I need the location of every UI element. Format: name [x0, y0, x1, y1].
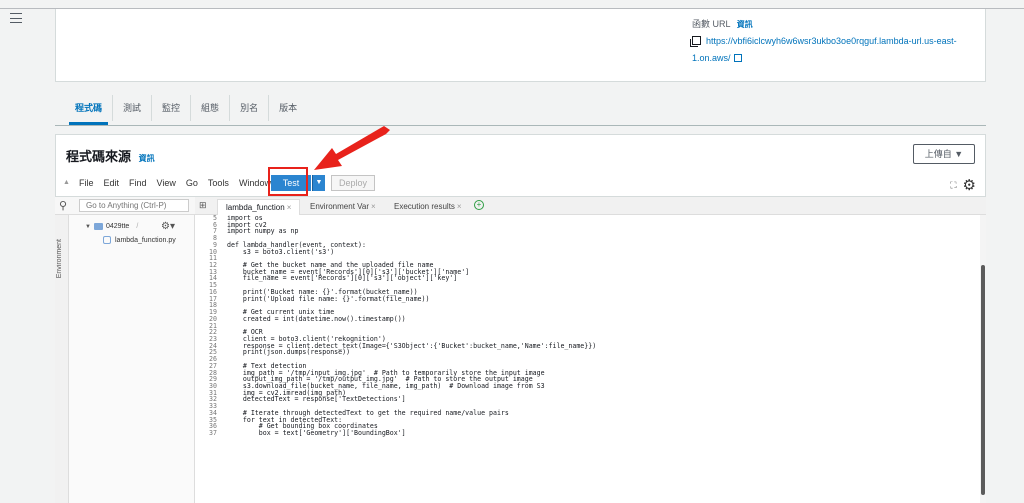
code-line[interactable]: 37 box = text['Geometry']['BoundingBox']: [195, 430, 986, 437]
tree-root-folder[interactable]: ▼ 0429tte /: [85, 223, 138, 230]
editor-scroll-thumb[interactable]: [981, 265, 985, 495]
function-url-box: 函數 URL 資訊 https://vbfi6iclcwyh6w6wsr3ukb…: [690, 16, 972, 67]
tab-configuration[interactable]: 組態: [191, 95, 231, 121]
editor-scrollbar[interactable]: [980, 215, 986, 503]
tab-monitor[interactable]: 監控: [152, 95, 192, 121]
menu-tools[interactable]: Tools: [208, 178, 229, 188]
code-line[interactable]: 7 import numpy as np: [195, 228, 986, 235]
code-text: s3 = boto3.client('s3'): [227, 247, 335, 256]
environment-label[interactable]: Environment: [56, 239, 63, 278]
code-text: box = text['Geometry']['BoundingBox']: [227, 429, 406, 437]
search-input[interactable]: [79, 199, 189, 212]
ide-right-controls: ⛶ ⚙: [950, 176, 976, 194]
editor-tab-label: lambda_function: [226, 203, 285, 212]
code-text: print(json.dumps(response)): [227, 348, 351, 357]
external-link-icon[interactable]: [733, 54, 742, 62]
red-arrow-annotation: [314, 126, 390, 170]
code-line[interactable]: 5 import os: [195, 215, 986, 222]
collapse-caret-icon[interactable]: ▲: [63, 179, 70, 186]
python-file-icon: [103, 236, 111, 244]
editor-tab-lambda-function[interactable]: lambda_function ×: [217, 199, 301, 215]
fullscreen-icon[interactable]: ⛶: [950, 180, 956, 191]
code-line[interactable]: 17 print('Upload file name: {}'.format(f…: [195, 294, 986, 303]
ide-menu: File Edit Find View Go Tools Window: [79, 172, 281, 194]
add-tab-icon[interactable]: +: [474, 200, 484, 210]
deploy-button[interactable]: Deploy: [331, 175, 375, 191]
code-line[interactable]: 25 print(json.dumps(response)): [195, 349, 986, 356]
code-text: detectedText = response['TextDetections'…: [227, 395, 406, 404]
function-url-label: 函數 URL: [692, 19, 731, 29]
tree-root-suffix: /: [136, 223, 139, 230]
editor-tabs: ⊞ lambda_function × Environment Var × Exec…: [195, 197, 986, 215]
tab-aliases[interactable]: 別名: [230, 95, 270, 121]
code-line[interactable]: 10 s3 = boto3.client('s3'): [195, 247, 986, 256]
close-icon[interactable]: ×: [371, 202, 376, 211]
code-line[interactable]: 14 file_name = event['Records'][0]['s3']…: [195, 275, 986, 282]
editor-tab-execution-results[interactable]: Execution results ×: [386, 199, 470, 215]
file-tree: ▼ 0429tte / ⚙▾ lambda_function.py: [69, 215, 195, 503]
search-icon: ⚲: [59, 200, 68, 212]
editor-tab-label: Environment Var: [310, 202, 369, 211]
menu-window[interactable]: Window: [239, 178, 271, 188]
close-icon[interactable]: ×: [457, 202, 462, 211]
code-line[interactable]: 21: [195, 322, 986, 330]
tree-file-label: lambda_function.py: [115, 236, 176, 244]
tabs-divider: [55, 125, 986, 126]
tab-test[interactable]: 測試: [113, 95, 153, 121]
tab-code[interactable]: 程式碼: [65, 95, 114, 125]
tab-versions[interactable]: 版本: [269, 95, 307, 121]
function-url-info-link[interactable]: 資訊: [737, 20, 753, 29]
line-number: 6: [213, 220, 217, 229]
line-number: 7: [213, 227, 217, 236]
menu-view[interactable]: View: [157, 178, 176, 188]
function-url-link-line2[interactable]: 1.on.aws/: [692, 53, 731, 63]
code-source-heading: 程式碼來源: [66, 149, 132, 164]
test-button-highlight-box: [268, 167, 308, 196]
code-text: file_name = event['Records'][0]['s3']['o…: [227, 274, 458, 283]
menu-file[interactable]: File: [79, 178, 94, 188]
ide-menubar: ▲ File Edit Find View Go Tools Window Te…: [55, 172, 986, 194]
test-dropdown-chevron-icon[interactable]: ▼: [312, 175, 325, 191]
code-editor[interactable]: 5 import os 6 import cv2 7 import numpy as np…: [195, 215, 986, 503]
code-text: created = int(datetime.now().timestamp()…: [227, 314, 406, 323]
ide-editor-area: ⚲ Environment ▼ 0429tte / ⚙▾ lambda_func…: [55, 196, 986, 503]
code-text: import numpy as np: [227, 227, 299, 236]
line-number: 5: [213, 215, 217, 222]
folder-icon: [93, 223, 103, 230]
code-source-title: 程式碼來源 資訊: [66, 146, 155, 165]
tab-toggle-icon[interactable]: ⊞: [199, 200, 207, 211]
menu-go[interactable]: Go: [186, 178, 198, 188]
code-source-info-link[interactable]: 資訊: [139, 154, 155, 163]
function-url-link-line1[interactable]: https://vbfi6iclcwyh6w6wsr3ukbo3oe0rqguf…: [706, 36, 957, 46]
code-text: print('Upload file name: {}'.format(file…: [227, 294, 430, 303]
code-line[interactable]: 20 created = int(datetime.now().timestam…: [195, 316, 986, 323]
editor-tab-label: Execution results: [394, 202, 455, 211]
tree-gear-icon[interactable]: ⚙▾: [161, 221, 175, 232]
upload-from-button[interactable]: 上傳自 ▼: [913, 144, 975, 164]
code-line[interactable]: 6 import cv2: [195, 220, 986, 229]
code-line[interactable]: 32 detectedText = response['TextDetectio…: [195, 396, 986, 403]
editor-tab-environment-var[interactable]: Environment Var ×: [302, 199, 384, 215]
line-number: 8: [213, 234, 217, 243]
line-number: 37: [209, 429, 217, 437]
menu-edit[interactable]: Edit: [104, 178, 120, 188]
code-line[interactable]: 26: [195, 356, 986, 363]
close-icon[interactable]: ×: [287, 203, 292, 212]
function-tabs: 程式碼 測試 監控 組態 別名 版本: [55, 95, 986, 125]
tree-root-label: 0429tte: [105, 223, 130, 230]
tree-file-item[interactable]: lambda_function.py: [103, 236, 176, 244]
hamburger-menu-icon[interactable]: [10, 13, 22, 23]
environment-rail[interactable]: Environment: [55, 215, 69, 503]
search-row: ⚲: [55, 197, 195, 215]
folder-expand-icon[interactable]: ▼: [85, 224, 91, 230]
copy-icon[interactable]: [690, 36, 701, 47]
gear-icon[interactable]: ⚙: [963, 176, 976, 194]
menu-find[interactable]: Find: [129, 178, 147, 188]
